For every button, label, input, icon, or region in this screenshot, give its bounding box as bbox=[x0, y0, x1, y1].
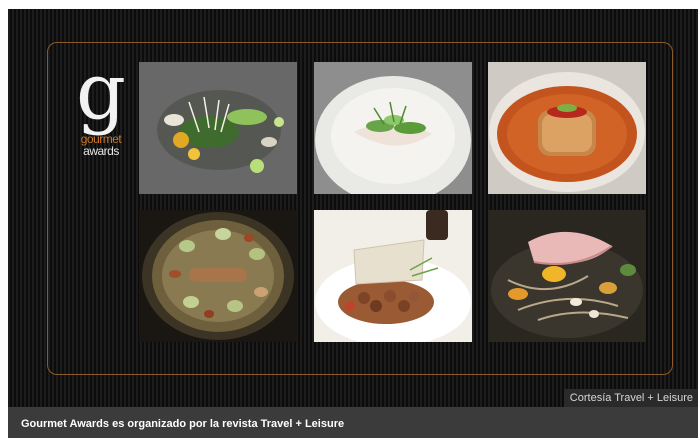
logo-letter: g bbox=[76, 47, 126, 137]
dish-photo-5[interactable] bbox=[314, 210, 472, 342]
gourmet-awards-logo: g gourmet awards bbox=[71, 52, 131, 164]
dish-photo-4[interactable] bbox=[139, 210, 297, 342]
caption-text: Gourmet Awards es organizado por la revi… bbox=[21, 418, 345, 430]
dish-photo-6[interactable] bbox=[488, 210, 646, 342]
logo-word-awards: awards bbox=[83, 144, 119, 158]
caption-bar: Gourmet Awards es organizado por la revi… bbox=[8, 407, 698, 438]
photo-credit: Cortesía Travel + Leisure bbox=[563, 389, 698, 407]
dish-photo-3[interactable] bbox=[488, 62, 646, 194]
dish-photo-1[interactable] bbox=[139, 62, 297, 194]
dish-photo-2[interactable] bbox=[314, 62, 472, 194]
slideshow-frame: g gourmet awards Cortesía Travel + Leisu… bbox=[8, 9, 698, 438]
